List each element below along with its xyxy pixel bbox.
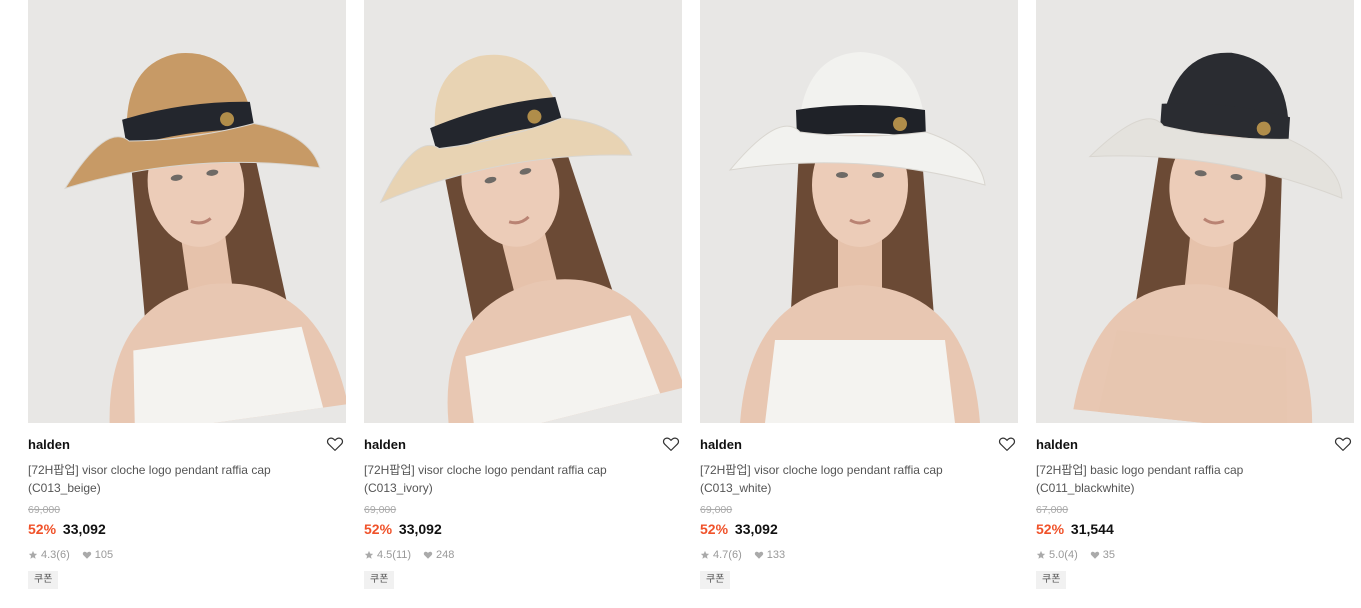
product-photo xyxy=(700,0,1018,423)
like-count: 105 xyxy=(94,549,114,561)
heart-filled-icon xyxy=(754,551,763,559)
product-meta: 4.7 (6) 133 xyxy=(700,547,1018,563)
eye xyxy=(836,172,848,178)
product-image[interactable] xyxy=(1036,0,1354,423)
brand-name[interactable]: halden xyxy=(364,435,682,455)
heart-outline-icon[interactable] xyxy=(998,435,1016,453)
like-count: 248 xyxy=(436,549,455,561)
heart-filled-icon xyxy=(82,551,91,559)
discount-rate: 52% xyxy=(700,521,729,537)
original-price: 69,000 xyxy=(364,504,397,516)
coupon-badge: 쿠폰 xyxy=(364,571,395,589)
product-option-line: (C013_white) xyxy=(700,481,772,495)
brand-row: halden xyxy=(28,435,346,459)
like-count: 35 xyxy=(1102,549,1115,561)
star-icon xyxy=(364,550,374,559)
brand-name[interactable]: halden xyxy=(28,435,346,455)
product-meta: 4.3 (6) 105 xyxy=(28,547,346,563)
product-option-line: (C013_ivory) xyxy=(364,481,433,495)
original-price: 69,000 xyxy=(28,504,61,516)
product-card[interactable]: halden [72H팝업] basic logo pendant raffia… xyxy=(1036,0,1354,608)
sale-price: 33,092 xyxy=(62,521,106,537)
product-image[interactable] xyxy=(700,0,1018,423)
star-icon xyxy=(700,550,710,559)
product-title[interactable]: [72H팝업] visor cloche logo pendant raffia… xyxy=(364,461,674,497)
product-option-line: (C011_blackwhite) xyxy=(1036,481,1135,495)
price-row: 52% 31,544 xyxy=(1036,519,1354,539)
brand-row: halden xyxy=(1036,435,1354,459)
review-count: (6) xyxy=(728,549,742,561)
rating-value: 4.3 xyxy=(41,549,57,561)
heart-filled-icon xyxy=(1090,551,1099,559)
product-photo xyxy=(1036,0,1354,423)
brand-name[interactable]: halden xyxy=(1036,435,1354,455)
product-option-line: (C013_beige) xyxy=(28,481,101,495)
sale-price: 33,092 xyxy=(734,521,778,537)
product-card[interactable]: halden [72H팝업] visor cloche logo pendant… xyxy=(364,0,682,608)
clothing xyxy=(765,340,955,423)
heart-outline-icon[interactable] xyxy=(1334,435,1352,453)
brand-row: halden xyxy=(700,435,1018,459)
product-meta: 4.5 (11) 248 xyxy=(364,547,682,563)
discount-rate: 52% xyxy=(1036,521,1065,537)
coupon-badge: 쿠폰 xyxy=(1036,571,1067,589)
heart-outline-icon[interactable] xyxy=(326,435,344,453)
product-title[interactable]: [72H팝업] basic logo pendant raffia cap (C… xyxy=(1036,461,1346,497)
product-title-line: [72H팝업] visor cloche logo pendant raffia… xyxy=(700,463,943,477)
product-title-line: [72H팝업] basic logo pendant raffia cap xyxy=(1036,463,1244,477)
like-count: 133 xyxy=(766,549,786,561)
brand-name[interactable]: halden xyxy=(700,435,1018,455)
heart-outline-icon[interactable] xyxy=(662,435,680,453)
product-title[interactable]: [72H팝업] visor cloche logo pendant raffia… xyxy=(28,461,338,497)
brand-row: halden xyxy=(364,435,682,459)
product-image[interactable] xyxy=(364,0,682,423)
price-row: 52% 33,092 xyxy=(364,519,682,539)
product-image[interactable] xyxy=(28,0,346,423)
heart-filled-icon xyxy=(423,551,433,559)
star-icon xyxy=(1036,550,1046,559)
rating-value: 4.5 xyxy=(377,549,393,561)
star-icon xyxy=(28,550,38,559)
product-title-line: [72H팝업] visor cloche logo pendant raffia… xyxy=(28,463,271,477)
product-meta: 5.0 (4) 35 xyxy=(1036,547,1354,563)
product-title-line: [72H팝업] visor cloche logo pendant raffia… xyxy=(364,463,607,477)
product-grid: halden [72H팝업] visor cloche logo pendant… xyxy=(0,0,1361,608)
coupon-badge: 쿠폰 xyxy=(28,571,59,589)
sale-price: 31,544 xyxy=(1070,521,1114,537)
review-count: (6) xyxy=(56,549,70,561)
eye xyxy=(872,172,884,178)
rating-value: 5.0 xyxy=(1049,549,1065,561)
review-count: (11) xyxy=(392,549,412,561)
original-price: 67,000 xyxy=(1036,504,1069,516)
rating-value: 4.7 xyxy=(713,549,729,561)
original-price: 69,000 xyxy=(700,504,733,516)
price-row: 52% 33,092 xyxy=(28,519,346,539)
product-card[interactable]: halden [72H팝업] visor cloche logo pendant… xyxy=(700,0,1018,608)
price-row: 52% 33,092 xyxy=(700,519,1018,539)
discount-rate: 52% xyxy=(28,521,57,537)
discount-rate: 52% xyxy=(364,521,393,537)
sale-price: 33,092 xyxy=(398,521,442,537)
coupon-badge: 쿠폰 xyxy=(700,571,731,589)
product-card[interactable]: halden [72H팝업] visor cloche logo pendant… xyxy=(28,0,346,608)
product-photo xyxy=(28,0,346,423)
review-count: (4) xyxy=(1064,549,1078,561)
logo-pendant xyxy=(893,117,907,131)
product-title[interactable]: [72H팝업] visor cloche logo pendant raffia… xyxy=(700,461,1010,497)
product-photo xyxy=(364,0,682,423)
